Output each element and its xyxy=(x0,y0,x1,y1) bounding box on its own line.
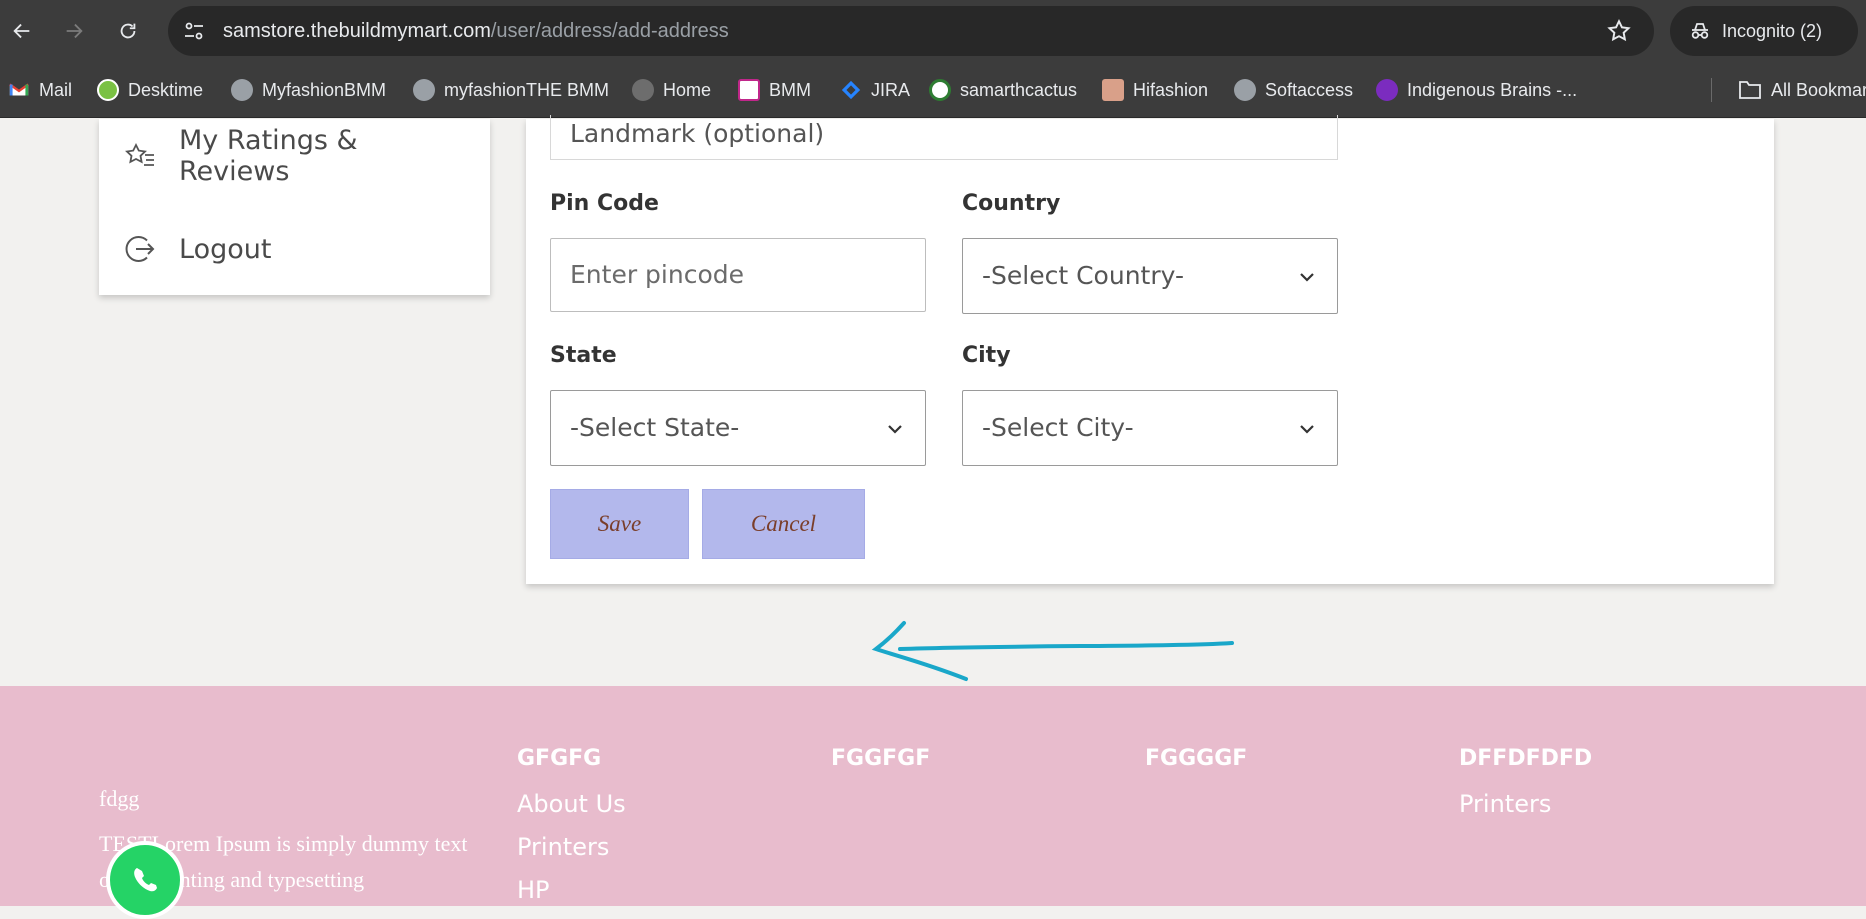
incognito-indicator[interactable]: Incognito (2) xyxy=(1670,6,1858,56)
state-label: State xyxy=(550,343,617,368)
bookmark-jira[interactable]: JIRA xyxy=(840,76,910,104)
hifashion-icon xyxy=(1102,79,1124,101)
gmail-icon xyxy=(9,83,29,96)
whatsapp-button[interactable] xyxy=(106,841,184,919)
save-button[interactable]: Save xyxy=(550,489,689,559)
indigenous-icon xyxy=(1376,79,1398,101)
incognito-label: Incognito (2) xyxy=(1722,20,1823,41)
pincode-label: Pin Code xyxy=(550,191,659,216)
back-button[interactable] xyxy=(4,13,40,49)
bookmarks-divider xyxy=(1711,78,1712,102)
bookmark-label: Home xyxy=(663,79,712,100)
address-form: Landmark (optional) Pin Code Enter pinco… xyxy=(526,115,1774,584)
footer-brand: fdgg xyxy=(99,786,140,811)
cactus-icon xyxy=(929,79,951,101)
bookmark-label: Indigenous Brains -... xyxy=(1407,79,1578,100)
bookmark-label: samarthcactus xyxy=(960,79,1078,100)
footer-link-about-us[interactable]: About Us xyxy=(517,790,626,818)
country-label: Country xyxy=(962,191,1061,216)
sidebar-item-label: Logout xyxy=(179,233,272,265)
bookmark-bmm[interactable]: BMM xyxy=(738,76,811,104)
sidebar-item-logout[interactable]: Logout xyxy=(123,232,271,266)
all-bookmarks[interactable]: All Bookmarks xyxy=(1738,76,1866,104)
state-select-value: -Select State- xyxy=(570,413,740,442)
url-path: /user/address/add-address xyxy=(490,20,729,42)
footer-heading: GFGFG xyxy=(517,746,602,771)
chevron-down-icon xyxy=(1300,425,1314,434)
account-sidebar: My Ratings & Reviews Logout xyxy=(99,119,490,295)
bookmark-myfashionbmm[interactable]: MyfashionBMM xyxy=(231,76,386,104)
bookmark-softaccess[interactable]: Softaccess xyxy=(1234,76,1353,104)
country-select[interactable]: -Select Country- xyxy=(962,238,1338,314)
landmark-input[interactable]: Landmark (optional) xyxy=(550,115,1338,160)
bookmark-hifashion[interactable]: Hifashion xyxy=(1102,76,1208,104)
country-select-value: -Select Country- xyxy=(982,261,1184,290)
state-select[interactable]: -Select State- xyxy=(550,390,926,466)
globe-icon xyxy=(413,79,435,101)
browser-toolbar: samstore.thebuildmymart.com/user/address… xyxy=(0,0,1866,62)
url-host: samstore.thebuildmymart.com xyxy=(223,20,491,42)
bookmark-label: Desktime xyxy=(128,79,204,100)
star-list-icon xyxy=(125,142,154,166)
jira-icon xyxy=(841,80,861,100)
reload-icon xyxy=(120,23,136,39)
bookmark-mail[interactable]: Mail xyxy=(8,76,72,104)
bookmark-myfashionthebmm[interactable]: myfashionTHE BMM xyxy=(413,76,609,104)
bookmark-samarthcactus[interactable]: samarthcactus xyxy=(929,76,1077,104)
bookmark-star-icon[interactable] xyxy=(1606,18,1632,44)
footer-heading: FGGGGF xyxy=(1145,746,1248,771)
sidebar-item-ratings-reviews[interactable]: My Ratings & Reviews xyxy=(123,125,389,187)
bookmarks-bar: Mail Desktime MyfashionBMM myfashionTHE … xyxy=(0,62,1866,118)
footer-heading: FGGFGF xyxy=(831,746,931,771)
url-text[interactable]: samstore.thebuildmymart.com/user/address… xyxy=(223,6,729,56)
whatsapp-icon xyxy=(134,868,157,892)
folder-icon xyxy=(1739,81,1761,99)
city-select-value: -Select City- xyxy=(982,413,1134,442)
reload-button[interactable] xyxy=(110,13,146,49)
bookmark-label: Mail xyxy=(39,79,73,100)
globe-icon xyxy=(1234,79,1256,101)
bookmark-label: Softaccess xyxy=(1265,79,1354,100)
all-bookmarks-label: All Bookmarks xyxy=(1771,79,1866,100)
globe-icon xyxy=(231,79,253,101)
cancel-button[interactable]: Cancel xyxy=(702,489,865,559)
chevron-down-icon xyxy=(1300,273,1314,282)
sidebar-item-label: My Ratings & Reviews xyxy=(179,125,358,187)
back-arrow-icon xyxy=(13,23,30,39)
footer-link-printers[interactable]: Printers xyxy=(517,833,609,861)
bookmark-indigenous-brains[interactable]: Indigenous Brains -... xyxy=(1376,76,1577,104)
site-footer: fdgg TESTLorem Ipsum is simply dummy tex… xyxy=(0,686,1866,919)
annotation-arrow xyxy=(871,621,1234,681)
footer-link-printers[interactable]: Printers xyxy=(1459,790,1551,818)
bookmark-label: Hifashion xyxy=(1133,79,1209,100)
bookmark-home[interactable]: Home xyxy=(632,76,711,104)
bookmark-desktime[interactable]: Desktime xyxy=(97,76,203,104)
city-select[interactable]: -Select City- xyxy=(962,390,1338,466)
chevron-down-icon xyxy=(888,425,902,434)
footer-heading: DFFDFDFD xyxy=(1459,746,1593,771)
globe-icon xyxy=(632,79,654,101)
footer-link-hp[interactable]: HP xyxy=(517,876,550,904)
incognito-icon xyxy=(1691,23,1709,39)
desktime-icon xyxy=(97,79,119,101)
site-info-icon[interactable] xyxy=(182,19,206,43)
city-label: City xyxy=(962,343,1011,368)
bookmark-label: MyfashionBMM xyxy=(262,79,387,100)
forward-arrow-icon xyxy=(66,23,83,39)
bmm-icon xyxy=(738,79,760,101)
address-bar[interactable]: samstore.thebuildmymart.com/user/address… xyxy=(168,6,1654,56)
bookmark-label: myfashionTHE BMM xyxy=(444,79,610,100)
forward-button[interactable] xyxy=(56,13,92,49)
bookmark-label: JIRA xyxy=(871,79,911,100)
logout-icon xyxy=(125,236,155,262)
bookmark-label: BMM xyxy=(769,79,811,100)
pincode-input[interactable]: Enter pincode xyxy=(550,238,926,312)
